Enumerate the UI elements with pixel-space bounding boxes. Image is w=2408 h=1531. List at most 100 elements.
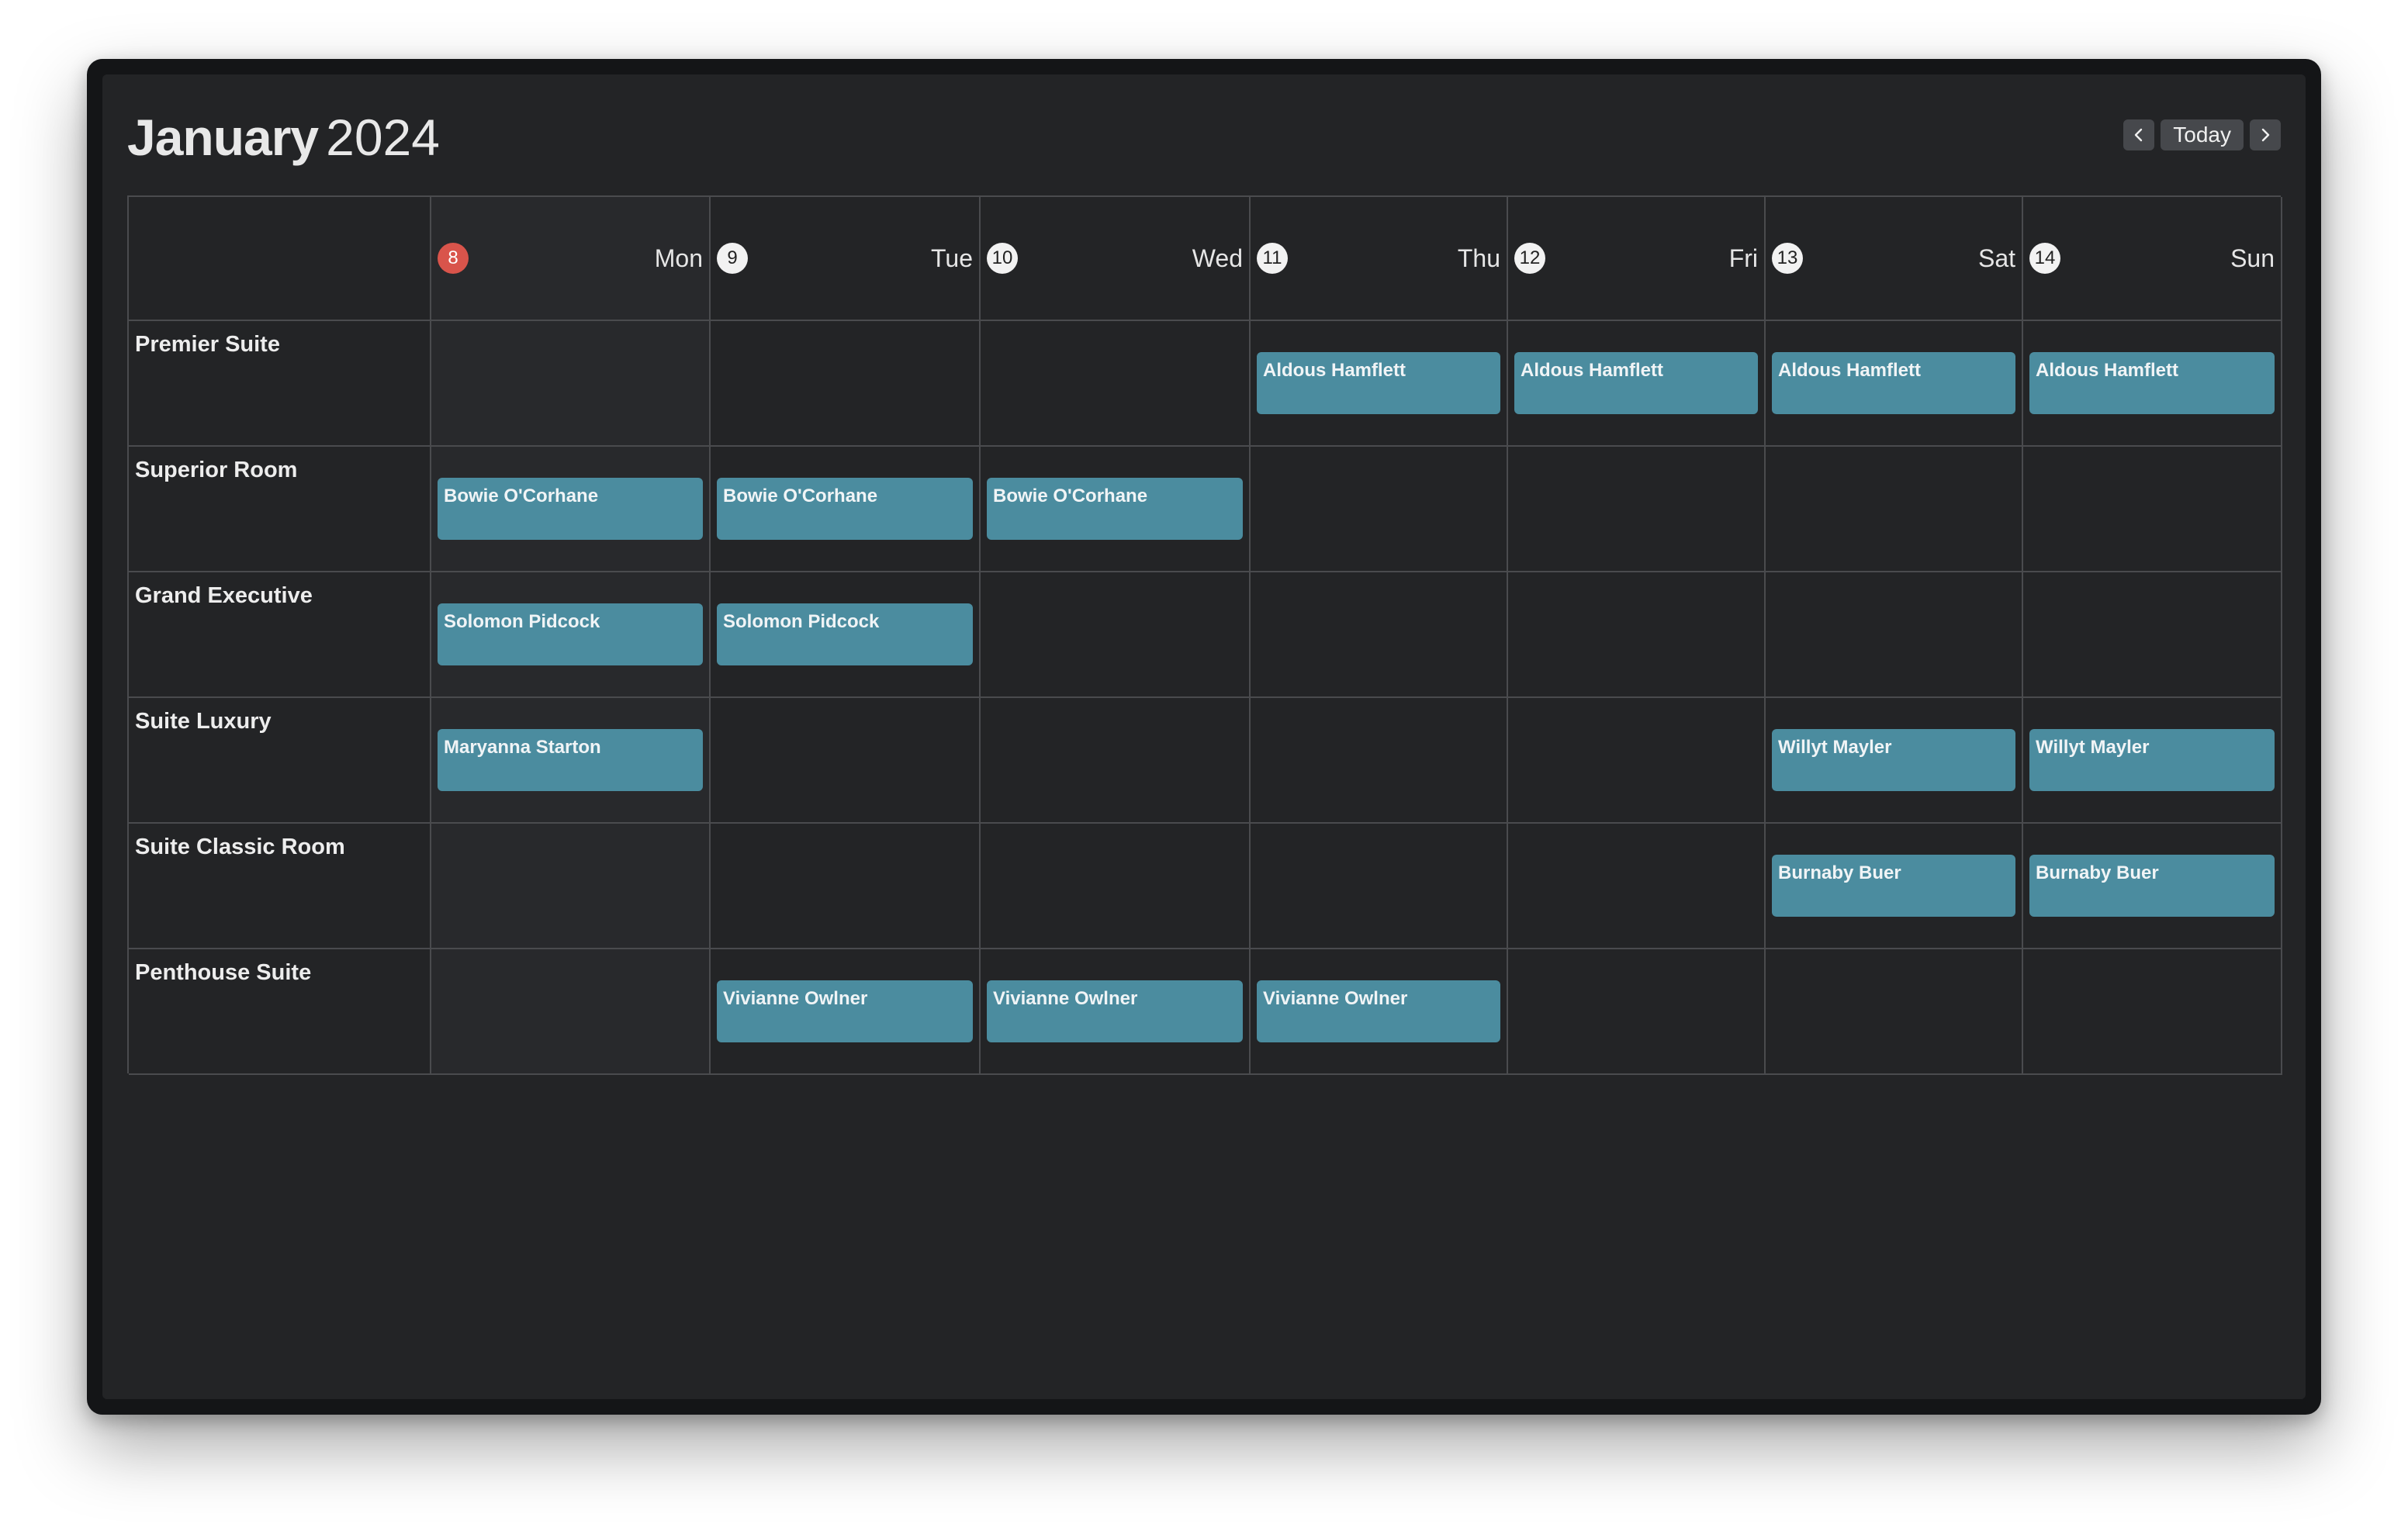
booking-event[interactable]: Bowie O'Corhane xyxy=(438,478,703,540)
day-header-mon: 8 Mon xyxy=(431,197,711,321)
grid-cell[interactable] xyxy=(1251,698,1508,824)
reservation-grid: 8 Mon 9 Tue 10 Wed 11 Thu 12 Fri 13 Sat 14 Sun Premier… xyxy=(127,195,2282,1075)
grid-cell[interactable] xyxy=(1508,698,1766,824)
grid-cell[interactable] xyxy=(2023,949,2282,1075)
grid-cell[interactable] xyxy=(431,321,711,447)
grid-cell[interactable] xyxy=(431,824,711,949)
day-number-badge: 14 xyxy=(2029,243,2060,274)
grid-cell[interactable]: Aldous Hamflett xyxy=(1508,321,1766,447)
grid-cell[interactable] xyxy=(1508,572,1766,698)
booking-event[interactable]: Burnaby Buer xyxy=(1772,855,2015,917)
booking-event[interactable]: Bowie O'Corhane xyxy=(717,478,973,540)
grid-cell[interactable] xyxy=(1251,447,1508,572)
window-frame: January 2024 Today 8 Mon 9 Tue 10 Wed 11 Thu 12 Fr… xyxy=(87,59,2321,1415)
grid-cell[interactable]: Aldous Hamflett xyxy=(2023,321,2282,447)
booking-event[interactable]: Aldous Hamflett xyxy=(1257,352,1500,414)
calendar-nav: Today xyxy=(2123,119,2281,150)
grid-cell[interactable]: Solomon Pidcock xyxy=(711,572,981,698)
room-name: Grand Executive xyxy=(135,583,313,608)
grid-cell[interactable] xyxy=(1508,824,1766,949)
grid-corner xyxy=(129,197,431,321)
today-button[interactable]: Today xyxy=(2161,119,2244,150)
day-name: Sat xyxy=(1977,244,2015,272)
page-title: January 2024 xyxy=(127,102,440,172)
title-month: January xyxy=(127,109,319,166)
grid-cell[interactable]: Willyt Mayler xyxy=(1766,698,2023,824)
grid-cell[interactable] xyxy=(431,949,711,1075)
booking-event[interactable]: Aldous Hamflett xyxy=(1772,352,2015,414)
booking-event[interactable]: Willyt Mayler xyxy=(1772,729,2015,791)
grid-cell[interactable] xyxy=(1508,447,1766,572)
grid-cell[interactable] xyxy=(1251,824,1508,949)
grid-cell[interactable] xyxy=(981,698,1251,824)
grid-cell[interactable] xyxy=(981,824,1251,949)
booking-event[interactable]: Vivianne Owlner xyxy=(1257,980,1500,1042)
grid-cell[interactable] xyxy=(1508,949,1766,1075)
grid-cell[interactable] xyxy=(1251,572,1508,698)
grid-cell[interactable] xyxy=(711,698,981,824)
day-header-wed: 10 Wed xyxy=(981,197,1251,321)
grid-cell[interactable]: Solomon Pidcock xyxy=(431,572,711,698)
day-header-sat: 13 Sat xyxy=(1766,197,2023,321)
next-week-button[interactable] xyxy=(2250,119,2281,150)
day-name: Wed xyxy=(1192,244,1243,272)
day-number-badge: 13 xyxy=(1772,243,1803,274)
day-name: Thu xyxy=(1457,244,1500,272)
grid-cell[interactable]: Burnaby Buer xyxy=(1766,824,2023,949)
grid-cell[interactable] xyxy=(1766,572,2023,698)
grid-cell[interactable]: Bowie O'Corhane xyxy=(711,447,981,572)
grid-cell[interactable] xyxy=(1766,447,2023,572)
booking-event[interactable]: Maryanna Starton xyxy=(438,729,703,791)
day-header-thu: 11 Thu xyxy=(1251,197,1508,321)
grid-cell[interactable] xyxy=(711,824,981,949)
grid-cell[interactable]: Vivianne Owlner xyxy=(1251,949,1508,1075)
room-row-header: Superior Room xyxy=(129,447,431,572)
day-number-badge: 8 xyxy=(438,243,469,274)
grid-cell[interactable] xyxy=(1766,949,2023,1075)
day-header-tue: 9 Tue xyxy=(711,197,981,321)
grid-cell[interactable] xyxy=(711,321,981,447)
day-name: Tue xyxy=(931,244,973,272)
day-name: Fri xyxy=(1728,244,1758,272)
booking-event[interactable]: Solomon Pidcock xyxy=(438,603,703,665)
grid-cell[interactable]: Willyt Mayler xyxy=(2023,698,2282,824)
room-name: Suite Classic Room xyxy=(135,835,345,859)
calendar-window: January 2024 Today 8 Mon 9 Tue 10 Wed 11 Thu 12 Fr… xyxy=(102,74,2306,1399)
day-name: Mon xyxy=(654,244,703,272)
booking-event[interactable]: Willyt Mayler xyxy=(2029,729,2275,791)
grid-cell[interactable]: Aldous Hamflett xyxy=(1766,321,2023,447)
room-name: Premier Suite xyxy=(135,332,280,357)
grid-cell[interactable]: Maryanna Starton xyxy=(431,698,711,824)
booking-event[interactable]: Aldous Hamflett xyxy=(2029,352,2275,414)
grid-cell[interactable]: Aldous Hamflett xyxy=(1251,321,1508,447)
room-name: Penthouse Suite xyxy=(135,960,312,985)
grid-cell[interactable]: Vivianne Owlner xyxy=(981,949,1251,1075)
chevron-left-icon xyxy=(2135,128,2143,142)
grid-cell[interactable] xyxy=(2023,447,2282,572)
booking-event[interactable]: Bowie O'Corhane xyxy=(987,478,1243,540)
title-year: 2024 xyxy=(326,109,440,166)
grid-cell[interactable]: Vivianne Owlner xyxy=(711,949,981,1075)
day-number-badge: 10 xyxy=(987,243,1018,274)
grid-cell[interactable]: Burnaby Buer xyxy=(2023,824,2282,949)
day-number-badge: 9 xyxy=(717,243,748,274)
room-name: Superior Room xyxy=(135,458,298,482)
day-number-badge: 11 xyxy=(1257,243,1288,274)
calendar-header: January 2024 Today xyxy=(127,102,2281,172)
grid-cell[interactable] xyxy=(981,572,1251,698)
booking-event[interactable]: Burnaby Buer xyxy=(2029,855,2275,917)
grid-cell[interactable]: Bowie O'Corhane xyxy=(981,447,1251,572)
room-name: Suite Luxury xyxy=(135,709,272,734)
grid-cell[interactable]: Bowie O'Corhane xyxy=(431,447,711,572)
grid-cell[interactable] xyxy=(981,321,1251,447)
room-row-header: Grand Executive xyxy=(129,572,431,698)
booking-event[interactable]: Aldous Hamflett xyxy=(1514,352,1758,414)
day-number-badge: 12 xyxy=(1514,243,1545,274)
booking-event[interactable]: Vivianne Owlner xyxy=(717,980,973,1042)
grid-cell[interactable] xyxy=(2023,572,2282,698)
booking-event[interactable]: Solomon Pidcock xyxy=(717,603,973,665)
booking-event[interactable]: Vivianne Owlner xyxy=(987,980,1243,1042)
day-header-sun: 14 Sun xyxy=(2023,197,2282,321)
prev-week-button[interactable] xyxy=(2123,119,2155,150)
chevron-right-icon xyxy=(2261,128,2270,142)
